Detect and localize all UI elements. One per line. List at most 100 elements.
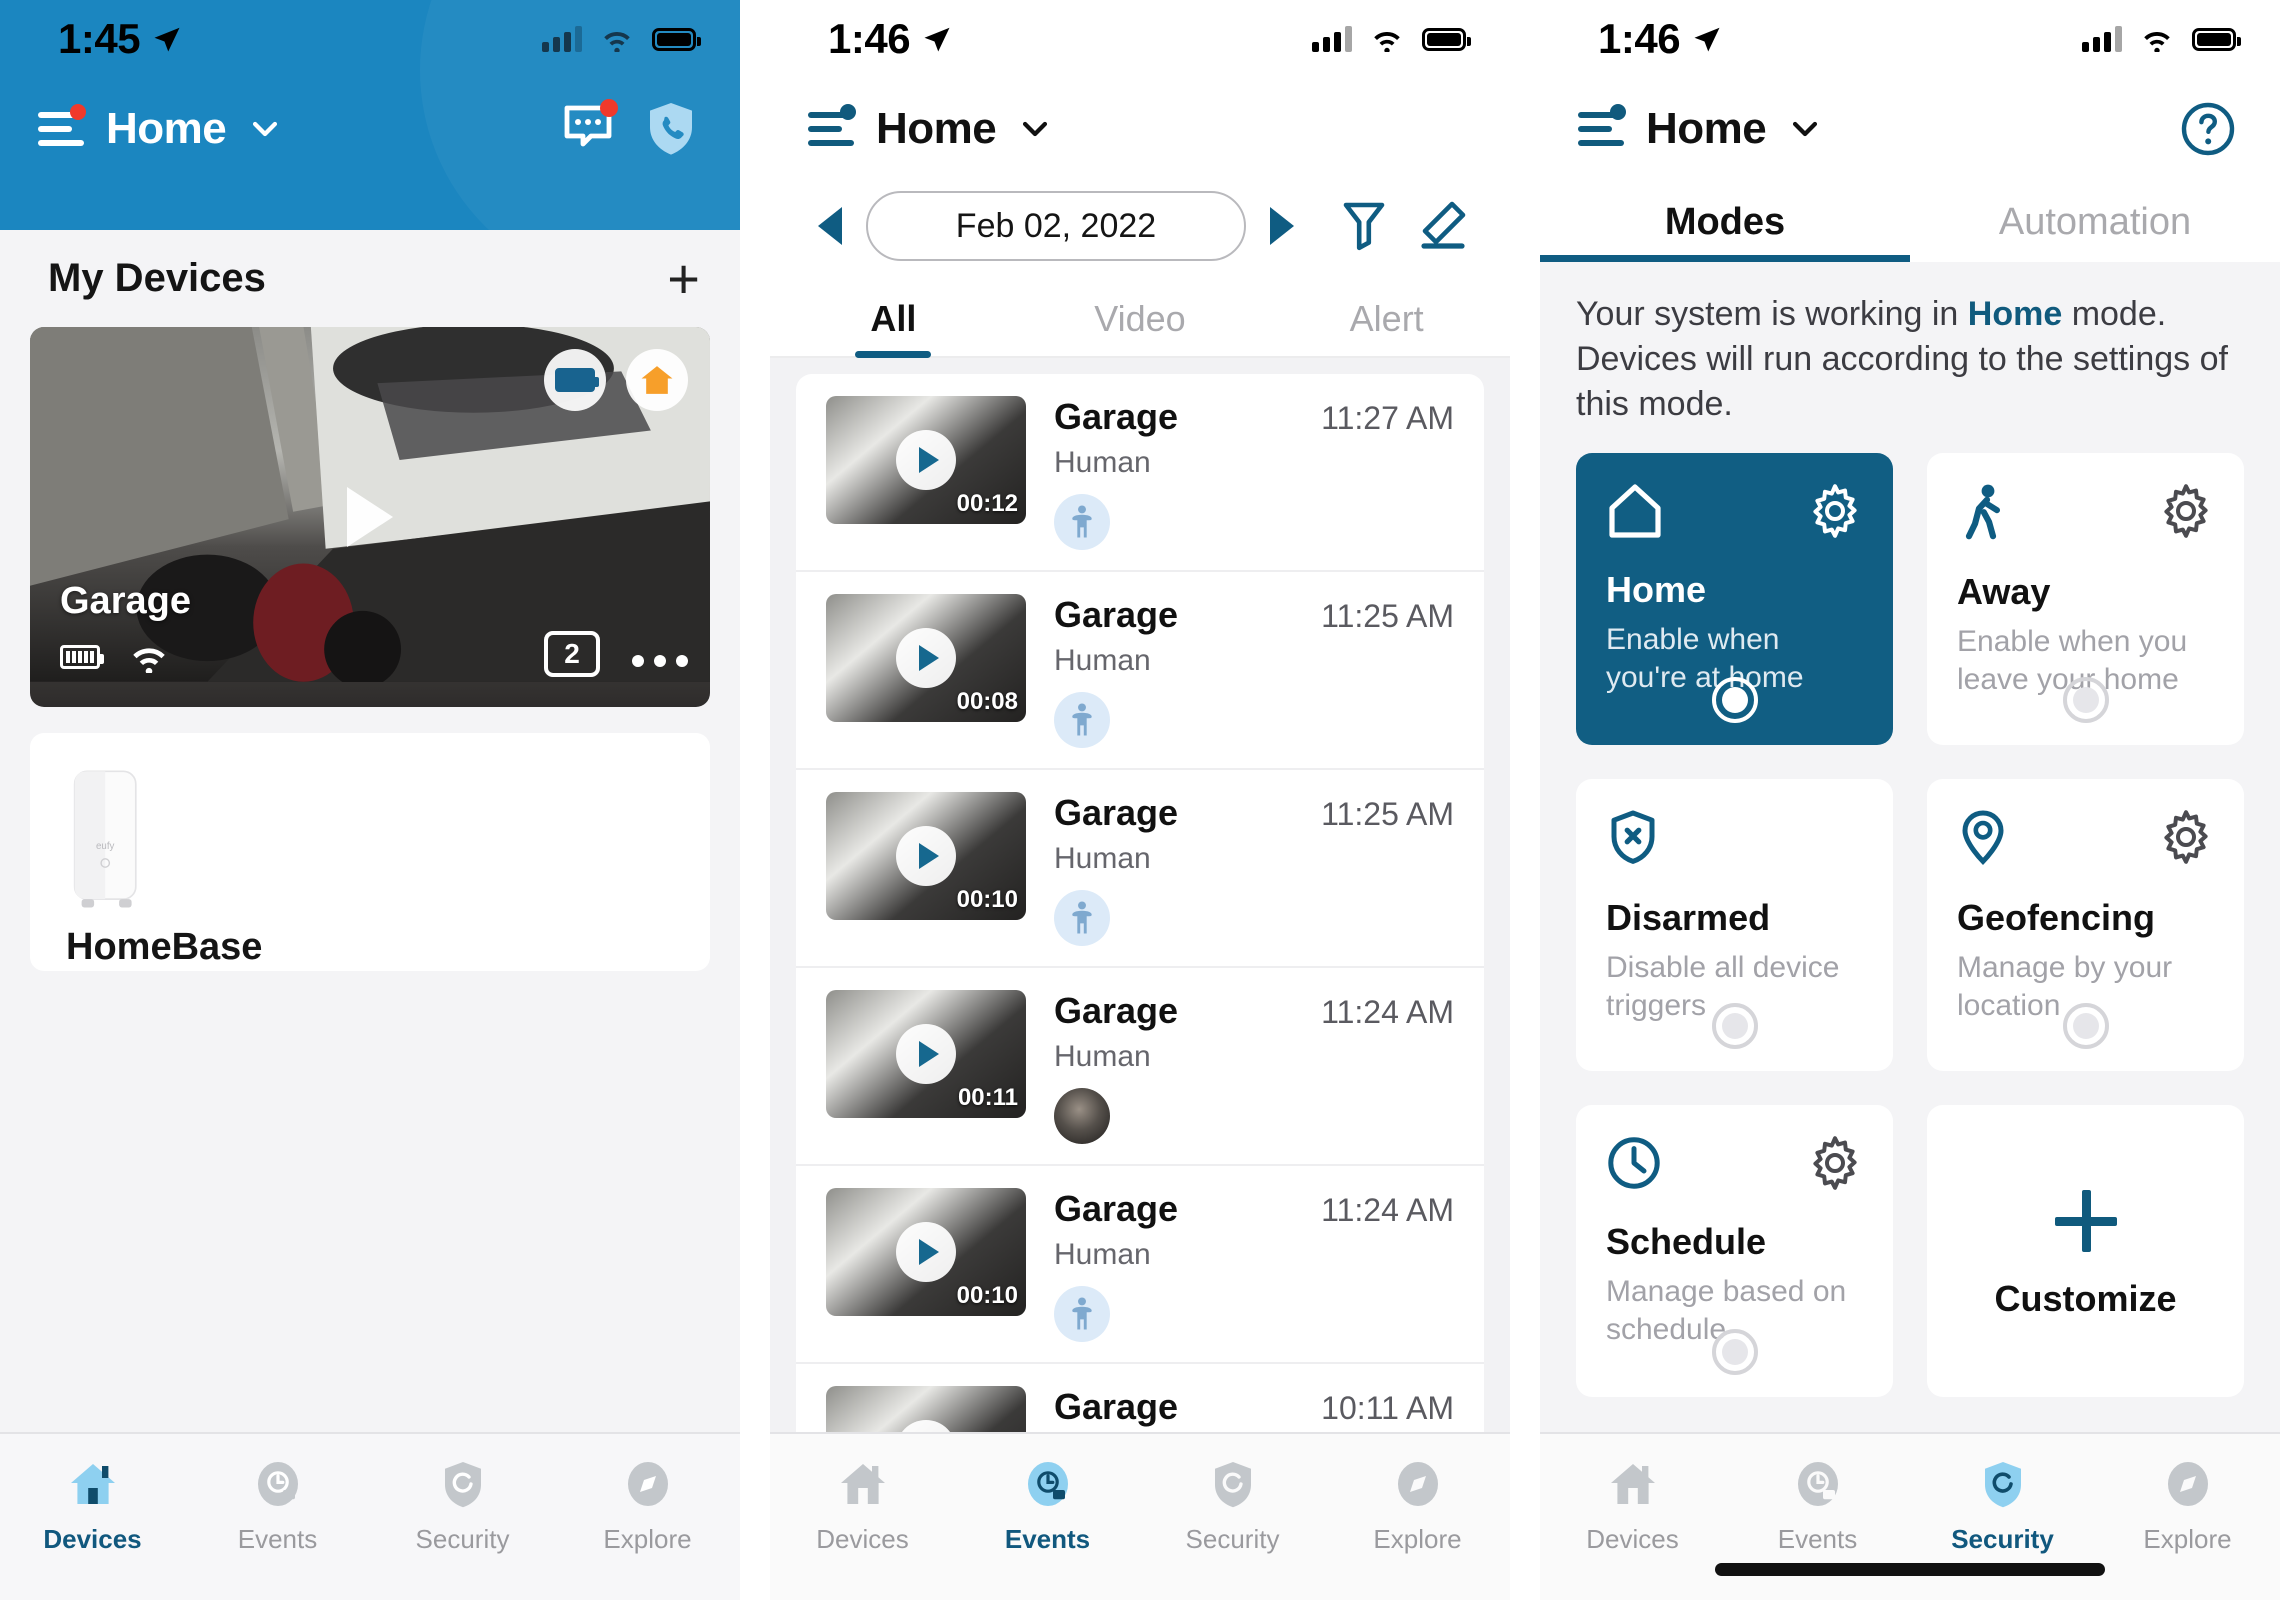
header-title[interactable]: Home bbox=[1646, 104, 1767, 154]
table-row[interactable]: 00:10 Garage Human 11:25 AM bbox=[796, 770, 1484, 968]
hamburger-menu-icon[interactable] bbox=[1578, 104, 1626, 146]
triangle-left-icon[interactable] bbox=[818, 207, 842, 245]
phone-screen-events: 1:46 Home Feb 02, 2022 All Video Alert 0… bbox=[770, 0, 1510, 1600]
gear-icon[interactable] bbox=[2158, 809, 2214, 865]
edit-pencil-icon[interactable] bbox=[1416, 199, 1468, 253]
date-pill[interactable]: Feb 02, 2022 bbox=[866, 191, 1246, 261]
tab-events[interactable]: Events bbox=[1725, 1456, 1910, 1555]
mode-card-header bbox=[1606, 483, 1863, 539]
chevron-down-icon[interactable] bbox=[1018, 112, 1052, 146]
message-badge-dot bbox=[600, 98, 618, 117]
tab-devices[interactable]: Devices bbox=[770, 1456, 955, 1555]
mode-title: Schedule bbox=[1606, 1220, 1767, 1262]
header-title[interactable]: Home bbox=[876, 104, 997, 154]
face-thumbnail-icon bbox=[1054, 1088, 1110, 1144]
tab-explore[interactable]: Explore bbox=[1325, 1456, 1510, 1555]
mode-card-disarmed[interactable]: Disarmed Disable all device triggers bbox=[1576, 778, 1893, 1071]
house-icon bbox=[835, 1456, 891, 1512]
play-icon[interactable] bbox=[896, 1222, 956, 1282]
tab-explore[interactable]: Explore bbox=[2095, 1456, 2280, 1555]
event-device-name: Garage bbox=[1054, 1386, 1179, 1427]
tab-all[interactable]: All bbox=[770, 298, 1017, 356]
play-icon[interactable] bbox=[896, 826, 956, 886]
page-title: My Devices bbox=[48, 256, 266, 300]
hamburger-menu-icon[interactable] bbox=[808, 104, 856, 146]
mode-card-home[interactable]: Home Enable when you're at home bbox=[1576, 452, 1893, 745]
add-device-button[interactable]: + bbox=[667, 250, 700, 306]
tab-security[interactable]: Security bbox=[1910, 1456, 2095, 1555]
play-icon[interactable] bbox=[896, 628, 956, 688]
status-text-pre: Your system is working in bbox=[1576, 295, 1968, 333]
event-time: 11:25 AM bbox=[1321, 598, 1454, 634]
chevron-down-icon[interactable] bbox=[1788, 112, 1822, 146]
event-duration: 00:12 bbox=[956, 490, 1018, 517]
event-info: Garage Human bbox=[1026, 990, 1321, 1144]
chevron-down-icon[interactable] bbox=[248, 112, 282, 146]
tab-events[interactable]: Events bbox=[185, 1456, 370, 1555]
gear-icon[interactable] bbox=[2158, 483, 2214, 539]
gear-icon[interactable] bbox=[1807, 483, 1863, 539]
header-title[interactable]: Home bbox=[106, 104, 227, 154]
tab-automation[interactable]: Automation bbox=[1910, 201, 2280, 262]
tab-alert[interactable]: Alert bbox=[1263, 298, 1510, 356]
tab-events[interactable]: Events bbox=[955, 1456, 1140, 1555]
clock-camera-icon bbox=[1020, 1456, 1076, 1512]
location-arrow-icon bbox=[154, 27, 180, 52]
event-thumbnail[interactable]: 00:11 bbox=[826, 990, 1026, 1118]
mode-card-header bbox=[1957, 809, 2214, 867]
tab-devices[interactable]: Devices bbox=[1540, 1456, 1725, 1555]
tab-security[interactable]: Security bbox=[1140, 1456, 1325, 1555]
table-row[interactable]: 00:12 Garage Human 11:27 AM bbox=[796, 374, 1484, 572]
triangle-right-icon[interactable] bbox=[1270, 207, 1294, 245]
mode-card-schedule[interactable]: Schedule Manage based on schedule bbox=[1576, 1104, 1893, 1397]
hamburger-menu-icon[interactable] bbox=[38, 104, 86, 146]
tab-label: Explore bbox=[2143, 1524, 2232, 1554]
mode-radio[interactable] bbox=[1711, 1002, 1758, 1049]
tab-explore[interactable]: Explore bbox=[555, 1456, 740, 1555]
event-list-wrapper[interactable]: 00:12 Garage Human 11:27 AM 00:08 Garage… bbox=[770, 358, 1510, 1448]
event-thumbnail[interactable]: 00:10 bbox=[826, 792, 1026, 920]
event-thumbnail[interactable]: 00:10 bbox=[826, 1188, 1026, 1316]
play-icon[interactable] bbox=[347, 487, 393, 547]
message-bubble-icon[interactable] bbox=[562, 98, 618, 156]
mode-title: Home bbox=[1606, 568, 1707, 610]
tab-label: Events bbox=[237, 1524, 318, 1554]
shield-icon bbox=[1205, 1456, 1261, 1512]
mode-radio[interactable] bbox=[2062, 676, 2109, 723]
location-arrow-icon bbox=[1694, 27, 1720, 52]
table-row[interactable]: 00:11 Garage Human 11:24 AM bbox=[796, 968, 1484, 1166]
event-thumbnail[interactable]: 00:12 bbox=[826, 396, 1026, 524]
camera-status-icons bbox=[60, 641, 170, 673]
battery-full-icon bbox=[1422, 27, 1471, 51]
human-figure-icon bbox=[1054, 494, 1110, 550]
event-thumbnail[interactable]: 00:08 bbox=[826, 594, 1026, 722]
tab-devices[interactable]: Devices bbox=[0, 1456, 185, 1555]
svg-text:eufy: eufy bbox=[96, 841, 115, 852]
tab-modes[interactable]: Modes bbox=[1540, 201, 1910, 262]
tab-security[interactable]: Security bbox=[370, 1456, 555, 1555]
mode-radio[interactable] bbox=[1711, 1328, 1758, 1375]
mode-radio[interactable] bbox=[2062, 1002, 2109, 1049]
filter-funnel-icon[interactable] bbox=[1340, 199, 1388, 253]
mode-card-header bbox=[1606, 809, 1863, 867]
app-header: Home bbox=[1540, 78, 2280, 170]
homebase-card[interactable]: eufy HomeBase bbox=[30, 733, 710, 971]
tab-video[interactable]: Video bbox=[1017, 298, 1264, 356]
table-row[interactable]: 00:08 Garage Human 11:25 AM bbox=[796, 572, 1484, 770]
gear-icon[interactable] bbox=[1807, 1135, 1863, 1191]
more-dots-icon[interactable] bbox=[632, 655, 688, 667]
add-custom-mode-card[interactable]: Customize bbox=[1927, 1104, 2244, 1397]
homebase-device-icon: eufy bbox=[73, 770, 137, 908]
event-type: Human bbox=[1054, 842, 1151, 875]
table-row[interactable]: 00:10 Garage Human 11:24 AM bbox=[796, 1166, 1484, 1364]
camera-card-garage[interactable]: Garage 2 bbox=[30, 327, 710, 707]
play-icon[interactable] bbox=[896, 430, 956, 490]
help-question-icon[interactable] bbox=[2180, 101, 2236, 157]
mode-card-away[interactable]: Away Enable when you leave your home bbox=[1927, 452, 2244, 745]
mode-card-geofencing[interactable]: Geofencing Manage by your location bbox=[1927, 778, 2244, 1071]
play-icon[interactable] bbox=[896, 1024, 956, 1084]
notification-dot bbox=[840, 104, 856, 120]
event-device-name: Garage bbox=[1054, 990, 1179, 1031]
mode-radio-selected[interactable] bbox=[1711, 676, 1758, 723]
wifi-icon bbox=[1374, 32, 1400, 52]
